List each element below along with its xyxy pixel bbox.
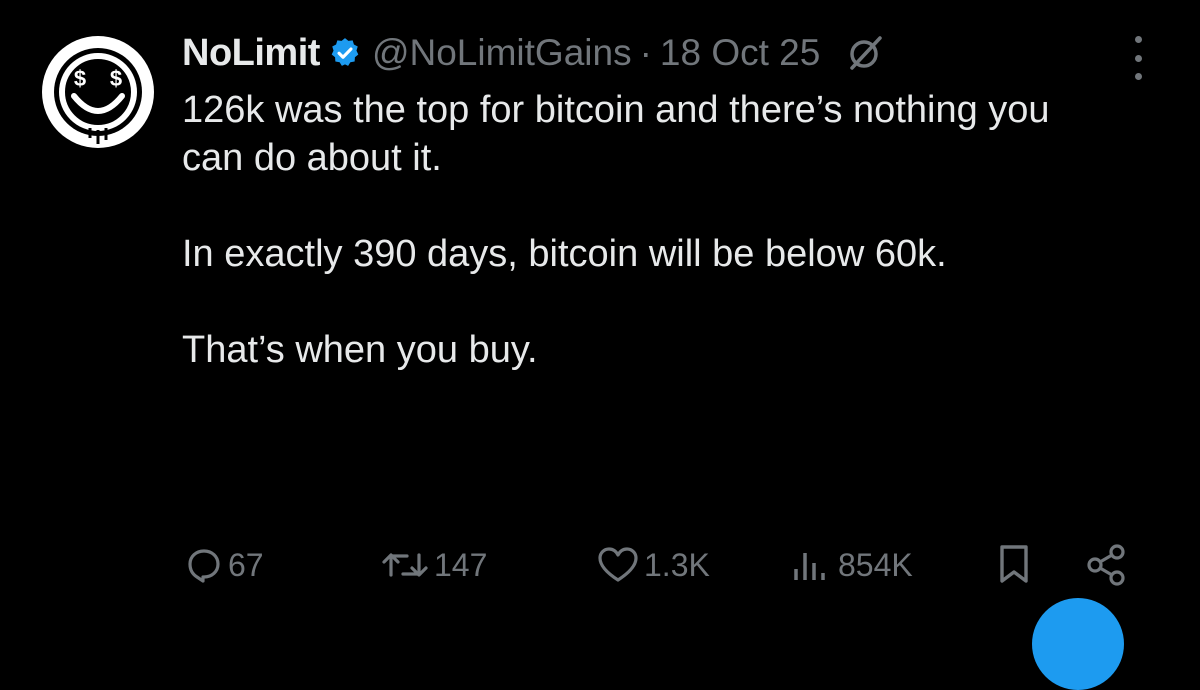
reply-button[interactable]: 67: [184, 540, 264, 590]
bookmark-icon: [1000, 545, 1028, 583]
tweet-paragraph: 126k was the top for bitcoin and there’s…: [182, 89, 1050, 179]
author-handle[interactable]: @NoLimitGains: [372, 32, 632, 74]
avatar[interactable]: $ $: [40, 34, 156, 150]
repost-button[interactable]: 147: [380, 540, 487, 590]
svg-text:$: $: [74, 66, 86, 91]
separator-dot: ·: [639, 32, 652, 73]
tweet-header: NoLimit @NoLimitGains · 18 Oct 25: [182, 28, 886, 78]
tweet-actions: 67 147 1.3K 854K: [184, 540, 1144, 590]
bookmark-button[interactable]: [994, 540, 1034, 590]
repost-count: 147: [434, 546, 488, 583]
grok-icon[interactable]: [844, 32, 886, 74]
tweet-date[interactable]: 18 Oct 25: [660, 32, 820, 74]
smiley-dollar-avatar-icon: $ $: [42, 36, 154, 148]
share-icon: [1087, 544, 1125, 586]
like-icon: [598, 547, 638, 582]
views-count: 854K: [838, 546, 913, 583]
more-icon[interactable]: [1128, 36, 1148, 80]
verified-badge-icon[interactable]: [328, 36, 362, 70]
tweet-paragraph: In exactly 390 days, bitcoin will be bel…: [182, 233, 947, 275]
reply-count: 67: [228, 546, 264, 583]
like-button[interactable]: 1.3K: [596, 540, 710, 590]
like-count: 1.3K: [644, 546, 710, 583]
views-button[interactable]: 854K: [790, 540, 913, 590]
tweet-text: 126k was the top for bitcoin and there’s…: [182, 86, 1102, 374]
svg-text:$: $: [110, 66, 122, 91]
author-name[interactable]: NoLimit: [182, 32, 320, 75]
reply-icon: [188, 549, 220, 583]
views-icon: [794, 553, 825, 580]
tweet-paragraph: That’s when you buy.: [182, 329, 538, 371]
floating-action-button[interactable]: [1032, 598, 1124, 690]
repost-icon: [382, 553, 428, 577]
share-button[interactable]: [1084, 540, 1130, 590]
